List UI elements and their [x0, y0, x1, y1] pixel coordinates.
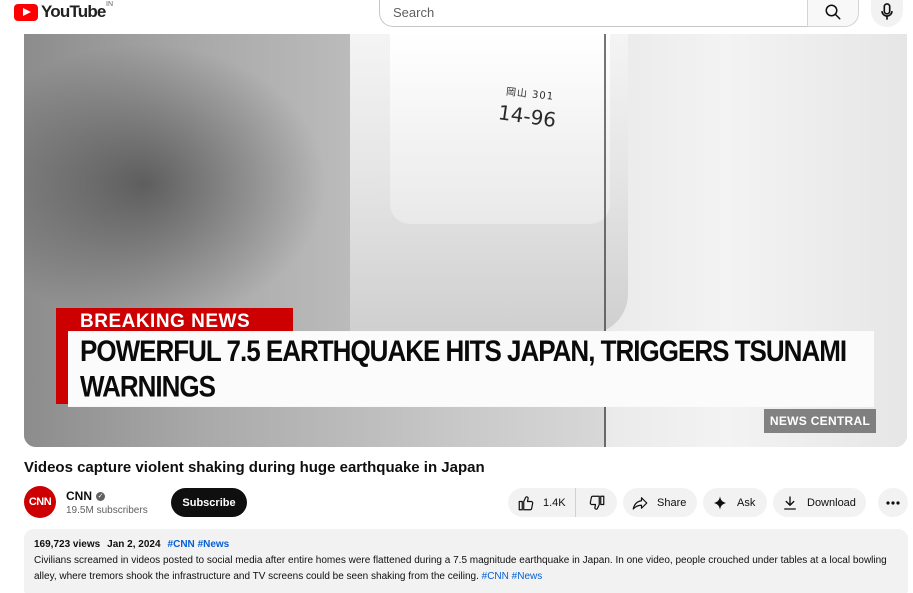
download-icon — [781, 494, 799, 512]
plate-top: 岡山 301 — [505, 86, 555, 103]
youtube-logo[interactable]: YouTube IN — [14, 1, 113, 21]
sparkle-icon — [711, 494, 729, 512]
search-input[interactable] — [393, 4, 809, 20]
dislike-button[interactable] — [576, 488, 617, 517]
description-text: Civilians screamed in videos posted to s… — [34, 553, 898, 585]
channel-name-text[interactable]: CNN — [66, 489, 92, 503]
logo-text: YouTube — [41, 2, 106, 21]
upload-date: Jan 2, 2024 — [107, 539, 161, 550]
voice-search-button[interactable] — [871, 0, 903, 27]
headline-text: POWERFUL 7.5 EARTHQUAKE HITS JAPAN, TRIG… — [68, 331, 874, 407]
thumbs-down-icon — [588, 494, 606, 512]
search-box — [379, 0, 809, 27]
network-tag: NEWS CENTRAL — [764, 409, 876, 433]
more-actions-button[interactable] — [878, 488, 908, 517]
ask-button[interactable]: Ask — [703, 488, 767, 517]
thumbs-up-icon — [517, 494, 535, 512]
like-count: 1.4K — [543, 496, 566, 509]
plate-number: 14-96 — [496, 100, 558, 133]
license-plate: 岡山 301 14-96 — [496, 86, 568, 142]
hashtag-link[interactable]: #CNN — [168, 539, 195, 550]
video-player[interactable]: 岡山 301 14-96 BREAKING NEWS POWERFUL 7.5 … — [24, 34, 907, 447]
hashtag-link[interactable]: #News — [512, 571, 543, 582]
video-title: Videos capture violent shaking during hu… — [24, 459, 485, 476]
description-meta: 169,723 views Jan 2, 2024 #CNN #News — [34, 537, 898, 553]
like-dislike-group: 1.4K — [508, 488, 617, 517]
download-button[interactable]: Download — [773, 488, 866, 517]
more-horizontal-icon — [885, 500, 901, 506]
verified-icon: ✓ — [96, 491, 105, 501]
top-bar: YouTube IN — [0, 0, 913, 34]
channel-name[interactable]: CNN ✓ — [66, 489, 105, 503]
country-code: IN — [106, 1, 113, 8]
channel-avatar[interactable]: CNN — [24, 486, 56, 518]
video-frame-car: 岡山 301 14-96 — [350, 34, 628, 334]
subscriber-count: 19.5M subscribers — [66, 505, 148, 516]
like-button[interactable]: 1.4K — [508, 488, 576, 517]
ask-label: Ask — [737, 496, 756, 509]
description-body: Civilians screamed in videos posted to s… — [34, 555, 887, 582]
share-button[interactable]: Share — [623, 488, 697, 517]
view-count: 169,723 views — [34, 539, 101, 550]
youtube-play-icon — [14, 3, 38, 21]
description-box[interactable]: 169,723 views Jan 2, 2024 #CNN #News Civ… — [24, 529, 908, 593]
download-label: Download — [807, 496, 856, 509]
hashtag-link[interactable]: #News — [198, 539, 230, 550]
share-icon — [631, 494, 649, 512]
search-icon — [824, 3, 842, 21]
search-button[interactable] — [807, 0, 859, 27]
subscribe-button[interactable]: Subscribe — [171, 488, 247, 517]
hashtag-link[interactable]: #CNN — [482, 571, 509, 582]
share-label: Share — [657, 496, 687, 509]
microphone-icon — [880, 3, 894, 21]
